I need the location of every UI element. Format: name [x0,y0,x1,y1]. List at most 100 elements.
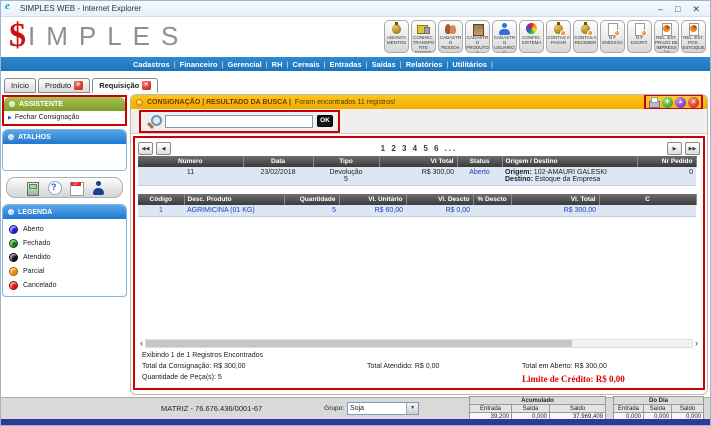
menu-cadastros[interactable]: Cadastros [133,60,180,69]
cell-vl-descto: R$ 0,00 [406,205,473,217]
sidebar-item-fechar-consignacao[interactable]: Fechar Consignação [4,111,125,124]
user-icon [497,22,512,35]
menu-gerencial[interactable]: Gerencial [228,60,272,69]
calendar-icon[interactable] [69,181,83,195]
money-bag-plus-icon [578,22,593,35]
tab-requisicao[interactable]: Requisição [92,78,158,93]
tab-bar: Início Produto Requisição [1,78,710,94]
chevron-down-icon[interactable]: ▼ [406,403,418,414]
tab-produto[interactable]: Produto [38,78,90,93]
person-icon[interactable] [91,181,105,195]
footer-row: Quantidade de Peça(s): 5 Limite de Crédi… [138,371,700,386]
app-header: $ IMPLES ADIANTA MENTOS CONHEC. TRANSPOR… [1,17,710,57]
close-tab-icon[interactable] [74,81,83,90]
add-icon[interactable] [662,97,673,108]
search-box-highlight: OK [139,110,340,133]
calculator-icon[interactable] [25,181,39,195]
scroll-left-icon[interactable]: ‹ [140,338,143,348]
toolbar-button-contas-a-receber[interactable]: CONTAS A RECEBER [573,20,598,53]
menu-relatorios[interactable]: Relatórios [406,60,453,69]
toolbar-button-nf-emissao[interactable]: N F EMISSÃO [600,20,625,53]
scrollbar-track[interactable] [145,339,693,348]
close-icon[interactable] [688,97,699,108]
first-page-button[interactable]: ◀◀ [138,142,153,155]
cell-origem-destino: Origem: 102-AMAURI GALESKI Destino: Esto… [502,167,637,186]
atalhos-header[interactable]: ATALHOS [3,130,126,144]
consignacao-row[interactable]: 11 23/02/2018 Devolução5 R$ 300,00 Abert… [138,167,696,186]
tab-inicio[interactable]: Início [4,78,36,93]
help-icon[interactable] [47,181,61,195]
cell-extra [599,205,696,217]
prev-page-button[interactable]: ◀ [156,142,171,155]
header-separator [1,71,710,78]
toolbar-button-adiantamentos[interactable]: ADIANTA MENTOS [384,20,409,53]
do-dia-title: Do Dia [614,397,704,405]
assistente-header[interactable]: ASSISTENTE [4,97,125,111]
menu-saidas[interactable]: Saídas [372,60,406,69]
statusbar: MATRIZ - 76.676.436/0001-67 Grupo: Soja … [1,397,710,419]
results-area-highlight: ◀◀ ◀ 1 2 3 4 5 6 ... ▶ ▶▶ Número Data Ti… [133,136,705,390]
main-menubar: Cadastros Financeiro Gerencial RH Cereai… [1,57,710,71]
search-ok-button[interactable]: OK [317,115,333,127]
print-icon[interactable] [648,96,660,108]
minimize-button[interactable]: – [658,4,663,14]
consignacoes-table: Número Data Tipo Vl Total Status Origem … [138,156,697,186]
limite-credito: Limite de Crédito: R$ 0,00 [522,374,625,384]
toolbar-button-contas-a-pagar[interactable]: CONTAS A PAGAR [546,20,571,53]
last-page-button[interactable]: ▶▶ [685,142,700,155]
page-numbers[interactable]: 1 2 3 4 5 6 ... [174,144,664,153]
cell-data: 23/02/2018 [243,167,313,186]
maximize-button[interactable]: □ [675,4,680,14]
toolbar-button-cadastro-pessoa[interactable]: CADASTRO PESSOA [438,20,463,53]
scroll-right-icon[interactable]: › [695,338,698,348]
panel-bullet-icon [136,99,143,106]
panel-bullet-icon [8,134,14,140]
cell-vl-total: R$ 300,00 [379,167,457,186]
toolbar-button-cadastro-produtos[interactable]: CADASTRO PRODUTOS [465,20,490,53]
menu-rh[interactable]: RH [272,60,293,69]
panel-bullet-icon [9,101,15,107]
toolbar-button-config-sistema[interactable]: CONFIG. SISTEMA [519,20,544,53]
cell-nr-pedido: 0 [637,167,696,186]
palette-icon [524,22,539,35]
grupo-select[interactable]: Soja ▼ [347,402,419,415]
toolbar-button-conhec-transporte[interactable]: CONHEC. TRANSPORTE ESCRIT. [411,20,436,53]
toolbar-button-nf-escrit[interactable]: N F ESCRIT. [627,20,652,53]
toolbar-button-rel-est-pos-estoque[interactable]: REL. EST. POS. ESTOQUE [681,20,706,53]
acumulado-table: Acumulado Entrada Saída Saldo 39,200 0,0… [469,396,606,421]
toolbar-button-cadastro-usuarios[interactable]: CADASTRO USUÁRIOS [492,20,517,53]
toolbar-button-rel-est-impressao[interactable]: REL. EST. PRAZO DE IMPRESSÃO [654,20,679,53]
cell-tipo: Devolução5 [313,167,379,186]
sidebar: ASSISTENTE Fechar Consignação ATALHOS [1,94,129,397]
status-dot-atendido [9,253,18,262]
logo-dollar: $ [9,19,26,53]
close-tab-icon[interactable] [142,81,151,90]
money-bag-plus-icon [551,22,566,35]
menu-cereais[interactable]: Cereais [292,60,329,69]
money-bag-icon [389,22,404,35]
next-page-button[interactable]: ▶ [667,142,682,155]
close-button[interactable]: ✕ [692,4,700,14]
legenda-header[interactable]: LEGENDA [3,205,126,219]
chart-icon[interactable] [675,97,686,108]
titlebar: SIMPLES WEB - Internet Explorer – □ ✕ [1,1,710,17]
legend-item-atendido: Atendido [9,250,122,264]
produto-row[interactable]: 1 AGRIMICINA (01 KG) 5 R$ 60,00 R$ 0,00 … [138,205,696,217]
consignacao-panel: CONSIGNAÇÃO | RESULTADO DA BUSCA | Foram… [130,94,708,395]
menu-entradas[interactable]: Entradas [330,60,372,69]
scrollbar-thumb[interactable] [146,340,572,347]
horizontal-scrollbar[interactable]: ‹ › [138,337,700,349]
search-input[interactable] [165,115,313,128]
status-link[interactable]: Aberto [457,167,502,186]
cell-vl-unitario: R$ 60,00 [339,205,406,217]
menu-utilitarios[interactable]: Utilitários [452,60,497,69]
status-dot-aberto [9,225,18,234]
legenda-panel: LEGENDA Aberto Fechado Atendido Parcial … [2,204,127,297]
logo-text: IMPLES [28,19,189,53]
search-icon[interactable] [146,114,161,129]
cell-quantidade: 5 [284,205,339,217]
menu-financeiro[interactable]: Financeiro [180,60,228,69]
produto-link[interactable]: AGRIMICINA (01 KG) [184,205,284,217]
status-dot-fechado [9,239,18,248]
atalhos-body [3,144,126,170]
